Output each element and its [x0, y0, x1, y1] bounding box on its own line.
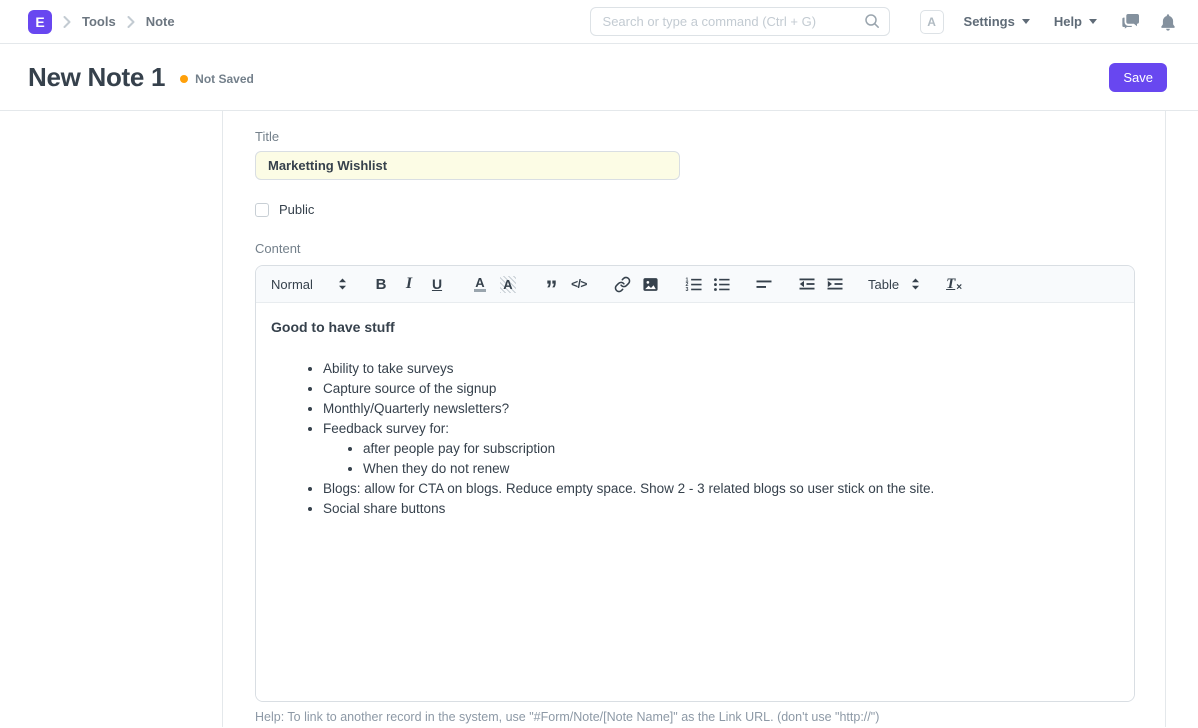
list-item: Feedback survey for: — [323, 419, 1119, 439]
bullet-list-icon — [713, 276, 730, 293]
background-color-icon: A — [500, 276, 515, 293]
select-arrows-icon — [338, 277, 347, 291]
background-color-button[interactable]: A — [494, 271, 522, 297]
outdent-button[interactable] — [793, 271, 821, 297]
form-sidebar — [0, 111, 223, 727]
title-field-label: Title — [255, 129, 1165, 144]
global-search — [590, 7, 890, 36]
page-head: New Note 1 Not Saved Save — [0, 44, 1198, 111]
svg-text:3: 3 — [685, 287, 688, 293]
underline-icon[interactable]: U — [423, 271, 451, 297]
ordered-list-button[interactable]: 123 — [679, 271, 707, 297]
image-icon — [642, 276, 659, 293]
status-dot-icon — [180, 75, 188, 83]
status-label: Not Saved — [195, 72, 254, 86]
table-select-label: Table — [868, 277, 899, 292]
notifications-button[interactable] — [1160, 13, 1176, 31]
save-button[interactable]: Save — [1109, 63, 1167, 92]
chevron-down-icon — [1022, 19, 1030, 24]
ordered-list-icon: 123 — [685, 276, 702, 293]
list-item: Social share buttons — [323, 499, 1119, 519]
rich-text-editor: Normal B I U A A ” </> — [255, 265, 1135, 702]
content-heading: Good to have stuff — [271, 317, 1119, 337]
indent-icon — [826, 276, 844, 292]
search-icon — [864, 13, 880, 29]
clear-format-button[interactable]: T× — [940, 271, 968, 297]
table-select[interactable]: Table — [863, 277, 925, 292]
clear-format-icon: T — [946, 276, 955, 293]
bold-icon[interactable]: B — [367, 271, 395, 297]
public-checkbox-row[interactable]: Public — [255, 202, 1165, 217]
align-button[interactable] — [750, 271, 778, 297]
image-button[interactable] — [636, 271, 664, 297]
format-select-value: Normal — [271, 277, 313, 292]
italic-icon[interactable]: I — [395, 271, 423, 297]
user-avatar[interactable]: A — [920, 10, 944, 34]
help-menu[interactable]: Help — [1054, 14, 1097, 29]
list-item: Capture source of the signup — [323, 379, 1119, 399]
help-label: Help — [1054, 14, 1082, 29]
page-title: New Note 1 — [28, 62, 165, 93]
settings-menu[interactable]: Settings — [964, 14, 1030, 29]
blockquote-icon[interactable]: ” — [537, 271, 565, 297]
list-item: Blogs: allow for CTA on blogs. Reduce em… — [323, 479, 1119, 499]
content-field-label: Content — [255, 241, 1165, 256]
title-input[interactable] — [255, 151, 680, 180]
select-arrows-icon — [911, 277, 920, 291]
outdent-icon — [798, 276, 816, 292]
breadcrumb-tools[interactable]: Tools — [82, 14, 116, 29]
right-pane — [1166, 111, 1198, 727]
public-checkbox-label: Public — [279, 202, 314, 217]
chat-button[interactable] — [1121, 13, 1140, 30]
format-select[interactable]: Normal — [266, 277, 352, 292]
form-main: Title Public Content Normal B I U A — [223, 111, 1166, 727]
help-text: Help: To link to another record in the s… — [255, 710, 1165, 724]
chevron-down-icon — [1089, 19, 1097, 24]
bell-icon — [1160, 13, 1176, 31]
chevron-right-icon — [127, 16, 135, 28]
public-checkbox[interactable] — [255, 203, 269, 217]
chevron-right-icon — [63, 16, 71, 28]
code-icon[interactable]: </> — [565, 271, 593, 297]
chat-icon — [1121, 13, 1140, 30]
align-icon — [755, 276, 773, 292]
list-item-nested: When they do not renew — [363, 459, 1119, 479]
list-item: Monthly/Quarterly newsletters? — [323, 399, 1119, 419]
bullet-list-button[interactable] — [707, 271, 735, 297]
clear-format-x: × — [956, 282, 962, 293]
list-item-nested: after people pay for subscription — [363, 439, 1119, 459]
text-color-icon: A — [474, 276, 485, 292]
settings-label: Settings — [964, 14, 1015, 29]
text-color-button[interactable]: A — [466, 271, 494, 297]
navbar: E Tools Note A Settings Help — [0, 0, 1198, 44]
link-button[interactable] — [608, 271, 636, 297]
breadcrumb-note[interactable]: Note — [146, 14, 175, 29]
search-input[interactable] — [590, 7, 890, 36]
status-badge: Not Saved — [180, 72, 254, 86]
editor-toolbar: Normal B I U A A ” </> — [256, 266, 1134, 303]
indent-button[interactable] — [821, 271, 849, 297]
link-icon — [614, 276, 631, 293]
editor-content[interactable]: Good to have stuff Ability to take surve… — [256, 303, 1134, 701]
app-logo[interactable]: E — [28, 10, 52, 34]
body-layout: Title Public Content Normal B I U A — [0, 111, 1198, 727]
list-item: Ability to take surveys — [323, 359, 1119, 379]
content-list: Ability to take surveys Capture source o… — [271, 359, 1119, 519]
